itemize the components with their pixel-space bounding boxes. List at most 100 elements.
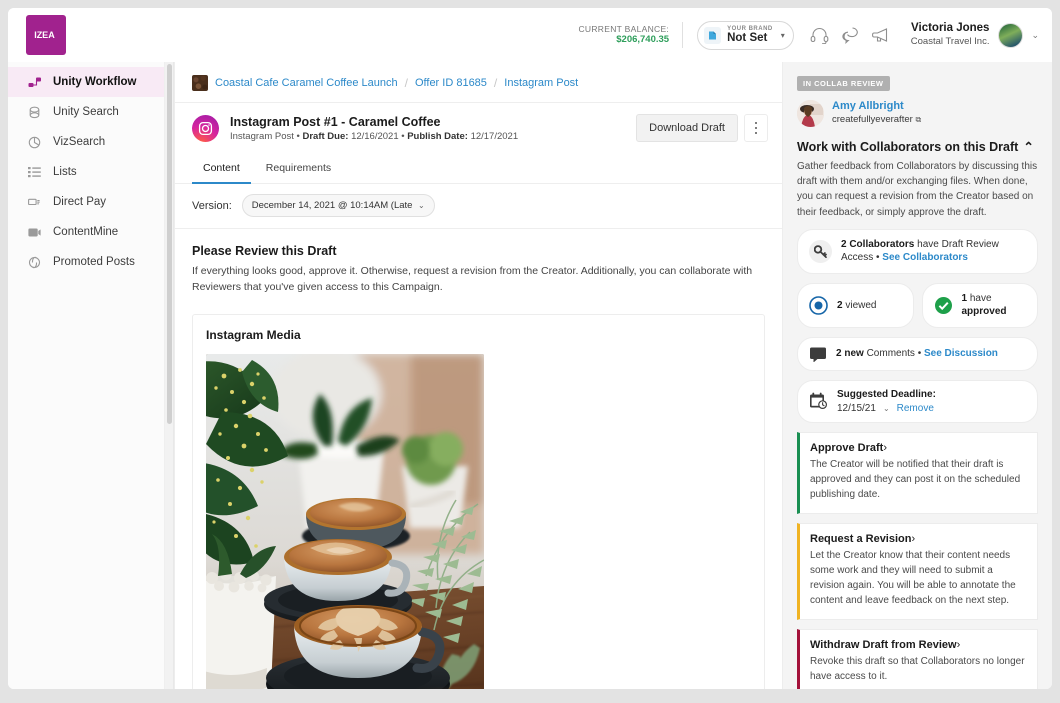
- meta-sep: •: [296, 130, 300, 142]
- sidebar-label: Unity Workflow: [53, 76, 137, 88]
- approved-card: 1 have approved: [921, 282, 1038, 328]
- balance-label: CURRENT BALANCE:: [578, 23, 670, 34]
- izea-logo[interactable]: IZEA: [25, 15, 66, 55]
- creator-handle: createfullyeverafter ⧉: [832, 114, 921, 126]
- sidebar-item-direct-pay[interactable]: Direct Pay: [8, 187, 164, 217]
- sidebar-label: Promoted Posts: [53, 256, 135, 268]
- review-instructions: Please Review this Draft If everything l…: [175, 229, 782, 296]
- approved-text: 1 have approved: [962, 292, 1007, 319]
- withdraw-draft-title[interactable]: Withdraw Draft from Review›: [810, 639, 1026, 651]
- sidebar-label: Direct Pay: [53, 196, 107, 208]
- breadcrumb-separator: /: [493, 76, 498, 90]
- comments-card[interactable]: 2 new Comments • See Discussion: [797, 336, 1038, 371]
- user-menu-chevron-icon[interactable]: ⌄: [1031, 30, 1039, 41]
- avatar[interactable]: [998, 22, 1024, 48]
- sidebar-item-contentmine[interactable]: ContentMine: [8, 217, 164, 247]
- brand-icon: [704, 26, 722, 44]
- breadcrumb: Coastal Cafe Caramel Coffee Launch / Off…: [175, 62, 782, 103]
- chevron-up-icon: ⌃: [1023, 140, 1034, 154]
- promoted-icon: [27, 256, 42, 269]
- user-info: Victoria Jones Coastal Travel Inc.: [911, 21, 990, 48]
- request-revision-card[interactable]: Request a Revision› Let the Creator know…: [797, 522, 1038, 620]
- viz-icon: [27, 136, 42, 149]
- comments-text: 2 new Comments • See Discussion: [836, 347, 998, 361]
- viewed-text: 2 viewed: [837, 299, 876, 313]
- header-divider: [682, 22, 684, 48]
- calendar-clock-icon: [809, 392, 828, 410]
- check-circle-icon: [934, 296, 953, 315]
- balance-value: $206,740.35: [616, 34, 670, 46]
- breadcrumb-offer[interactable]: Offer ID 81685: [415, 77, 487, 89]
- version-row: Version: December 14, 2021 @ 10:14AM (La…: [175, 184, 782, 229]
- chevron-right-icon: ›: [883, 441, 888, 454]
- comment-icon: [809, 346, 827, 362]
- instagram-icon: [192, 114, 219, 142]
- approve-draft-title[interactable]: Approve Draft›: [810, 442, 1026, 454]
- breadcrumb-current[interactable]: Instagram Post: [504, 77, 578, 89]
- sidebar-item-lists[interactable]: Lists: [8, 157, 164, 187]
- svg-text:IZEA: IZEA: [34, 30, 55, 40]
- creator-name[interactable]: Amy Allbright: [832, 100, 921, 114]
- sidebar-item-unity-workflow[interactable]: Unity Workflow: [8, 67, 164, 97]
- download-draft-button[interactable]: Download Draft: [636, 114, 738, 142]
- tab-content[interactable]: Content: [192, 153, 251, 184]
- creator-row: Amy Allbright createfullyeverafter ⧉: [797, 100, 1038, 127]
- brand-text: YOUR BRAND Not Set: [727, 26, 773, 44]
- status-pill-row: 2 viewed 1 have approved: [797, 282, 1038, 328]
- suggested-deadline-card: Suggested Deadline: 12/15/21 ⌄ Remove: [797, 379, 1038, 423]
- post-header: Instagram Post #1 - Caramel Coffee Insta…: [175, 103, 782, 153]
- collab-review-panel: IN COLLAB REVIEW Amy Allbright createful…: [783, 62, 1052, 689]
- external-link-icon[interactable]: ⧉: [915, 115, 921, 124]
- sidebar-label: Lists: [53, 166, 77, 178]
- sidebar-item-vizsearch[interactable]: VizSearch: [8, 127, 164, 157]
- tab-requirements[interactable]: Requirements: [255, 153, 342, 184]
- approve-draft-card[interactable]: Approve Draft› The Creator will be notif…: [797, 431, 1038, 514]
- chevron-right-icon: ›: [956, 638, 961, 651]
- user-name: Victoria Jones: [911, 22, 990, 35]
- collaborators-card[interactable]: 2 Collaborators have Draft Review Access…: [797, 228, 1038, 274]
- workflow-icon: [27, 76, 42, 89]
- request-revision-title[interactable]: Request a Revision›: [810, 533, 1026, 545]
- version-select[interactable]: December 14, 2021 @ 10:14AM (Latest) (Co…: [241, 194, 435, 217]
- remove-deadline-link[interactable]: Remove: [897, 403, 934, 414]
- draft-due-label: Draft Due:: [302, 130, 349, 142]
- sidebar-item-unity-search[interactable]: Unity Search: [8, 97, 164, 127]
- sidebar-label: VizSearch: [53, 136, 106, 148]
- request-revision-body: Let the Creator know that their content …: [810, 549, 1016, 606]
- sidebar-label: Unity Search: [53, 106, 119, 118]
- logo-container: IZEA: [8, 15, 83, 55]
- approve-draft-label: Approve Draft: [810, 441, 884, 454]
- brand-value: Not Set: [727, 32, 768, 45]
- collaborators-text: 2 Collaborators have Draft Review Access…: [841, 238, 1026, 265]
- draft-due-value: 12/16/2021: [351, 130, 399, 142]
- breadcrumb-campaign[interactable]: Coastal Cafe Caramel Coffee Launch: [215, 77, 398, 89]
- request-revision-label: Request a Revision: [810, 532, 912, 545]
- page-scrollbar[interactable]: [165, 62, 174, 689]
- creator-handle-text: createfullyeverafter: [832, 114, 913, 126]
- chat-icon[interactable]: [841, 26, 860, 44]
- campaign-thumbnail-icon: [192, 75, 208, 91]
- creator-avatar[interactable]: [797, 100, 824, 127]
- headset-icon[interactable]: [810, 27, 829, 44]
- page-title: Instagram Post #1 - Caramel Coffee: [230, 114, 441, 129]
- work-with-collaborators-body: Gather feedback from Collaborators by di…: [797, 161, 1038, 218]
- izea-logo-mark: IZEA: [31, 27, 60, 43]
- work-with-collaborators-heading[interactable]: Work with Collaborators on this Draft ⌃: [797, 139, 1038, 155]
- user-company: Coastal Travel Inc.: [910, 36, 990, 48]
- brand-selector[interactable]: YOUR BRAND Not Set ▾: [697, 20, 794, 50]
- sidebar-item-promoted-posts[interactable]: Promoted Posts: [8, 247, 164, 277]
- scrollbar-thumb[interactable]: [166, 64, 172, 424]
- deadline-date[interactable]: 12/15/21: [837, 403, 876, 414]
- see-collaborators-link[interactable]: See Collaborators: [882, 252, 968, 263]
- media-photo[interactable]: [206, 353, 484, 689]
- megaphone-icon[interactable]: [871, 27, 891, 44]
- more-options-button[interactable]: [744, 114, 768, 142]
- comments-rest: Comments: [863, 348, 918, 359]
- list-icon: [27, 166, 42, 178]
- review-heading: Please Review this Draft: [192, 244, 337, 258]
- chevron-down-icon[interactable]: ⌄: [883, 404, 890, 413]
- withdraw-draft-card[interactable]: Withdraw Draft from Review› Revoke this …: [797, 628, 1038, 689]
- collaborators-count: 2 Collaborators: [841, 238, 915, 250]
- version-label: Version:: [192, 199, 232, 212]
- see-discussion-link[interactable]: See Discussion: [924, 348, 998, 359]
